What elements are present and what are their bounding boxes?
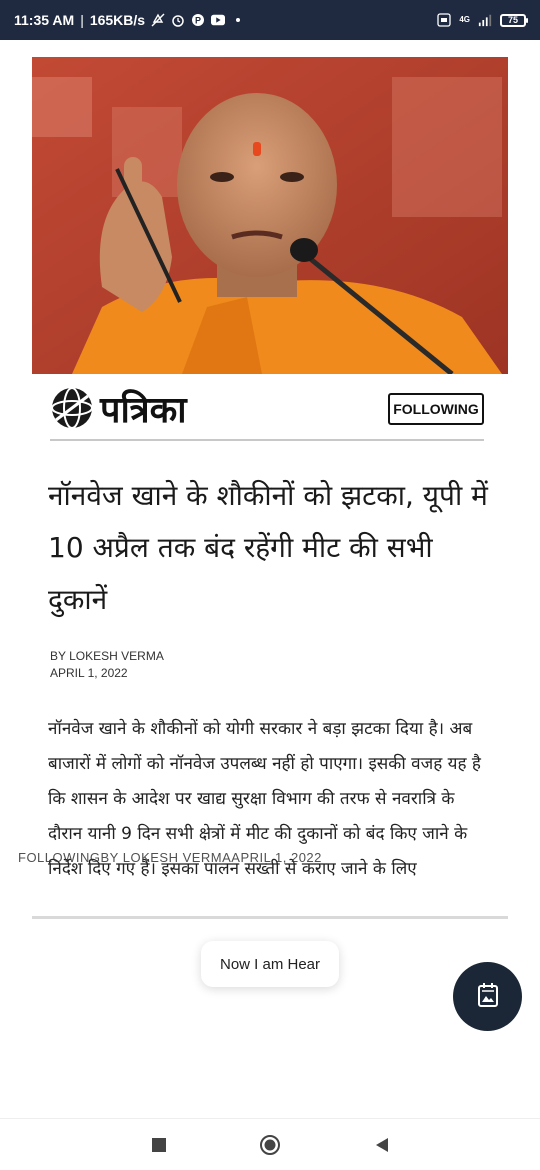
status-time: 11:35 AM	[14, 12, 75, 28]
home-circle-icon[interactable]	[258, 1133, 282, 1157]
overlay-caption: FOLLOWINGBY LOKESH VERMAAPRIL 1, 2022	[18, 850, 322, 865]
youtube-icon	[211, 13, 226, 27]
signal-icon	[478, 13, 492, 27]
status-separator: |	[80, 12, 84, 28]
publisher-logo[interactable]: पत्रिका	[50, 385, 220, 435]
battery-icon: 75	[500, 13, 528, 27]
publish-date: APRIL 1, 2022	[50, 666, 128, 680]
publisher-name: पत्रिका	[100, 389, 187, 431]
status-right: 4G 75	[437, 13, 528, 27]
dot-icon	[231, 13, 245, 27]
comment-pill[interactable]: Now I am Hear	[201, 941, 339, 987]
app-p-icon: P	[191, 13, 205, 27]
battery-level: 75	[507, 14, 518, 25]
back-triangle-icon[interactable]	[370, 1133, 394, 1157]
article-photo-illustration	[32, 57, 508, 374]
following-button[interactable]: FOLLOWING	[388, 393, 484, 425]
calendar-image-icon	[477, 982, 499, 1012]
no-sound-icon	[151, 13, 165, 27]
network-speed: 165KB/s	[89, 12, 146, 28]
publisher-masthead: पत्रिका FOLLOWING	[50, 385, 484, 441]
recents-square-icon[interactable]	[147, 1133, 171, 1157]
system-nav-bar	[0, 1118, 540, 1170]
article-headline: नॉनवेज खाने के शौकीनों को झटका, यूपी में…	[48, 479, 488, 616]
card-divider	[32, 916, 508, 919]
globe-icon	[50, 386, 94, 434]
volte-icon	[437, 13, 451, 27]
article-byline: BY LOKESH VERMA APRIL 1, 2022	[50, 648, 164, 682]
network-type-label: 4G	[459, 15, 470, 24]
status-bar: 11:35 AM | 165KB/s P 4G 75	[0, 0, 540, 40]
status-left: 11:35 AM | 165KB/s P	[14, 12, 245, 28]
svg-text:P: P	[195, 16, 201, 26]
alarm-icon	[171, 13, 185, 27]
article-photo	[32, 57, 508, 374]
author-name[interactable]: BY LOKESH VERMA	[50, 648, 164, 665]
floating-action-button[interactable]	[453, 962, 522, 1031]
